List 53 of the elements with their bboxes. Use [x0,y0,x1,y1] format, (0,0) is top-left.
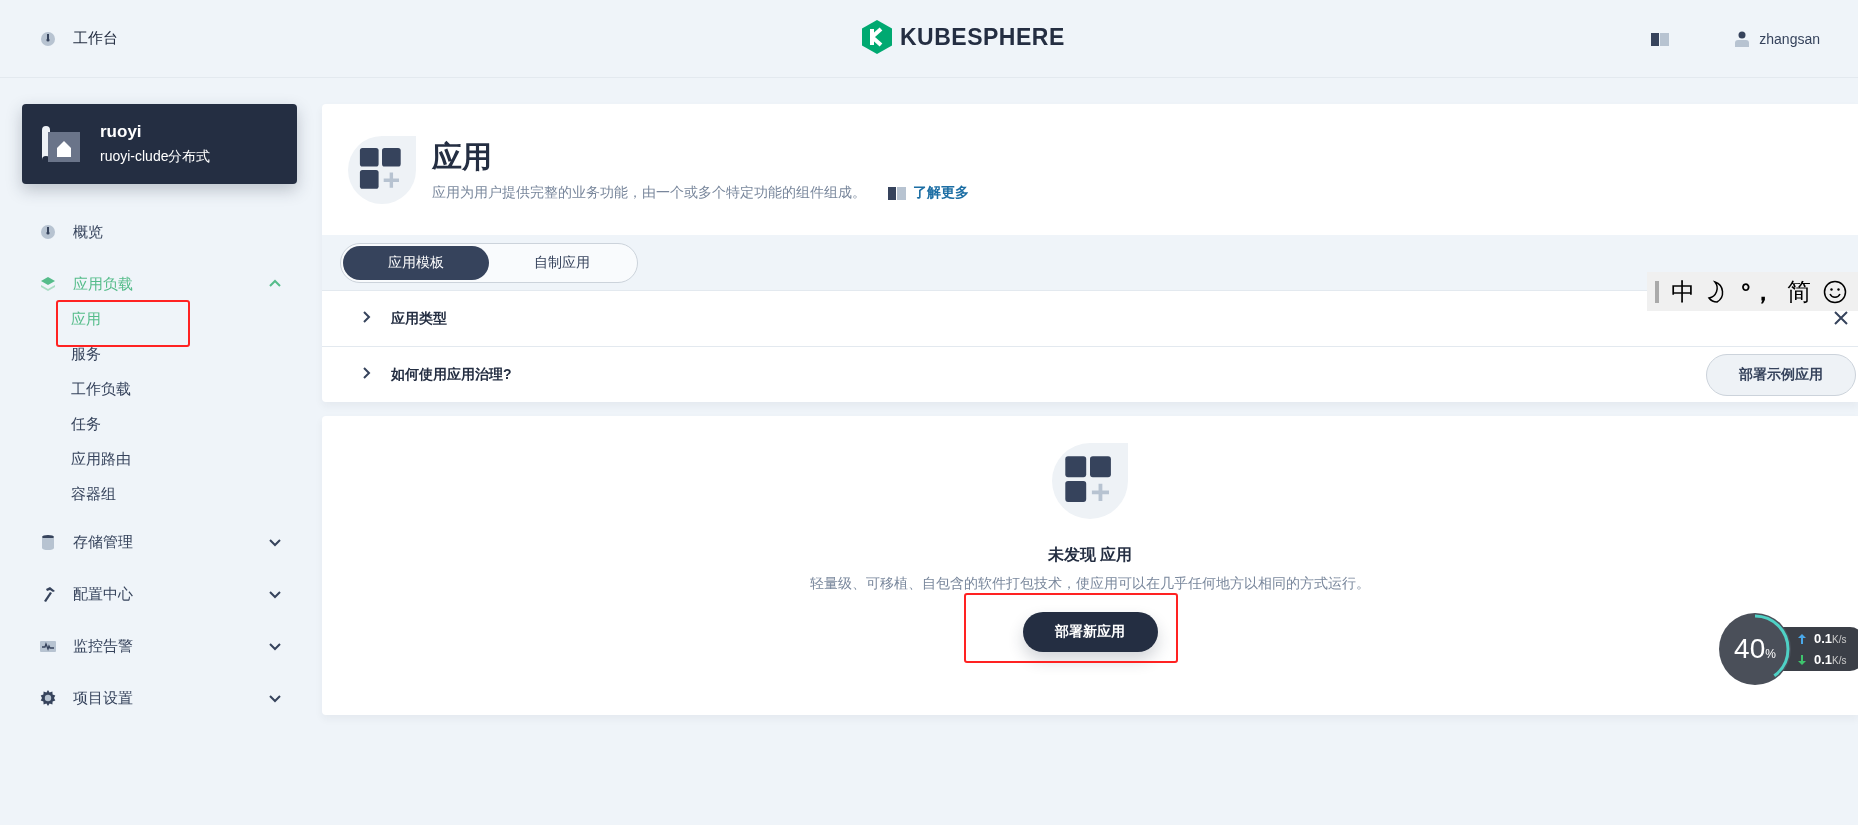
nav-item[interactable]: 配置中心 [22,568,297,620]
nav-item[interactable]: 监控告警 [22,620,297,672]
close-icon[interactable] [1833,310,1849,326]
ime-script[interactable]: 简 [1786,275,1811,308]
nav-subitem[interactable]: 工作负载 [71,380,131,399]
section-title[interactable]: 应用类型 [391,309,1856,328]
logo-text: KUBESPHERE [900,23,1065,51]
project-description: ruoyi-clude分布式 [100,148,211,166]
book-icon[interactable] [1651,31,1670,46]
project-icon [42,126,80,162]
logo-icon [862,20,892,54]
nav-item[interactable]: 项目设置 [22,672,297,724]
app-grid-icon [1052,443,1128,519]
download-rate: 0.1K/s [1814,652,1847,667]
project-card[interactable]: ruoyi ruoyi-clude分布式 [22,104,297,184]
learn-more-link[interactable]: 了解更多 [888,184,969,202]
nav-subitem[interactable]: 任务 [71,415,101,434]
upload-arrow-icon [1798,633,1806,644]
speed-gauge[interactable] [1718,612,1792,686]
section-title[interactable]: 如何使用应用治理? [391,365,1689,384]
deploy-sample-button[interactable]: 部署示例应用 [1706,353,1856,396]
deploy-app-button[interactable]: 部署新应用 [1022,612,1158,652]
nav-icon [40,690,56,706]
empty-title: 未发现 应用 [1047,545,1133,565]
user-name[interactable]: zhangsan [1759,30,1820,47]
nav-item[interactable]: 概览 [22,206,297,258]
upload-rate: 0.1K/s [1814,631,1847,646]
nav-icon [40,224,56,240]
grip-handle[interactable] [1655,280,1659,303]
ime-punctuation[interactable]: °， [1741,275,1775,308]
nav-icon [40,276,56,292]
page-description: 应用为用户提供完整的业务功能，由一个或多个特定功能的组件组成。 [432,184,866,202]
project-name: ruoyi [100,122,143,142]
nav-item[interactable]: 存储管理 [22,516,297,568]
cpu-percent: 40 [1734,633,1766,665]
ime-mode[interactable]: 中 [1671,275,1695,308]
app-grid-icon [348,135,416,204]
tab[interactable]: 自制应用 [489,245,635,280]
percent-unit: % [1765,647,1776,661]
nav-icon [40,534,56,550]
nav-subitem[interactable]: 容器组 [71,485,116,504]
tab[interactable]: 应用模板 [343,245,489,280]
empty-description: 轻量级、可移植、自包含的软件打包技术，使应用可以在几乎任何地方以相同的方式运行。 [810,575,1370,593]
nav-icon [40,638,56,654]
nav-subitem[interactable]: 应用路由 [71,450,131,469]
user-icon[interactable] [1735,30,1750,47]
dashboard-icon[interactable] [40,30,56,47]
page-title: 应用 [432,139,493,175]
workbench-link[interactable]: 工作台 [73,29,118,48]
download-arrow-icon [1798,654,1806,665]
book-icon [888,186,906,200]
smiley-icon[interactable] [1822,279,1847,304]
nav-subitem[interactable]: 服务 [71,345,101,364]
